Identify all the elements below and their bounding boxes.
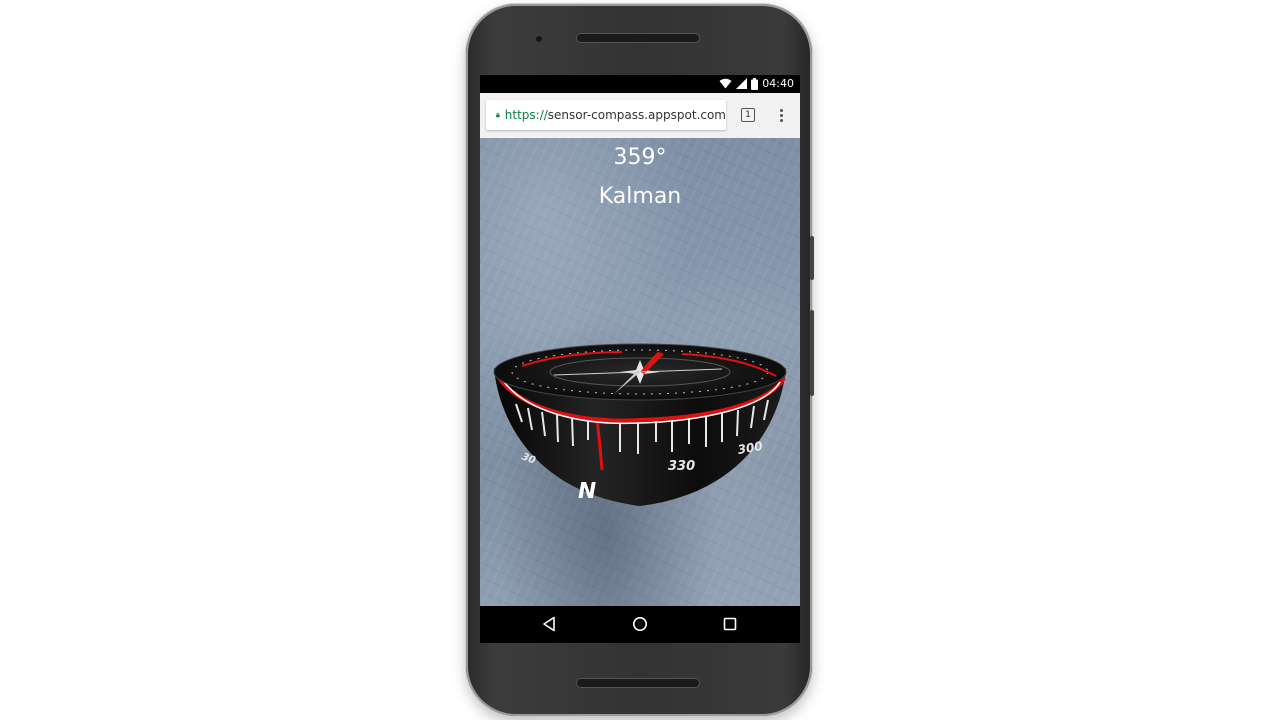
recents-icon[interactable] — [723, 616, 737, 632]
lock-icon — [496, 112, 500, 118]
status-bar: 04:40 — [480, 75, 800, 93]
cell-signal-icon — [736, 78, 748, 89]
home-icon[interactable] — [632, 616, 648, 632]
wifi-icon — [719, 78, 732, 89]
earpiece-speaker — [576, 33, 700, 43]
compass-page: 359° Kalman N 330 300 30 — [480, 138, 800, 606]
overflow-menu-icon[interactable] — [776, 107, 786, 125]
heading-degrees: 359° — [613, 145, 667, 170]
dial-label-300: 300 — [737, 439, 764, 457]
volume-button — [810, 310, 814, 396]
front-camera — [536, 36, 542, 42]
power-button — [810, 236, 814, 280]
tab-switcher-button[interactable]: 1 — [741, 108, 755, 122]
phone-screen: 04:40 https://sensor-compass.appspot.com… — [480, 75, 800, 643]
android-nav-bar — [480, 606, 800, 643]
url-text: https://sensor-compass.appspot.com — [505, 108, 726, 122]
bottom-speaker — [576, 678, 700, 688]
url-bar[interactable]: https://sensor-compass.appspot.com — [486, 100, 726, 130]
url-scheme: https:// — [504, 108, 548, 122]
compass-3d[interactable]: N 330 300 30 — [492, 342, 788, 518]
dial-label-north: N — [575, 478, 598, 504]
url-host: sensor-compass.appspot.com — [547, 108, 726, 122]
back-icon[interactable] — [542, 616, 556, 632]
dial-label-330: 330 — [668, 459, 695, 474]
filter-name: Kalman — [598, 184, 682, 209]
browser-toolbar: https://sensor-compass.appspot.com 1 — [480, 93, 800, 139]
battery-icon — [751, 77, 759, 90]
status-time: 04:40 — [762, 77, 794, 90]
